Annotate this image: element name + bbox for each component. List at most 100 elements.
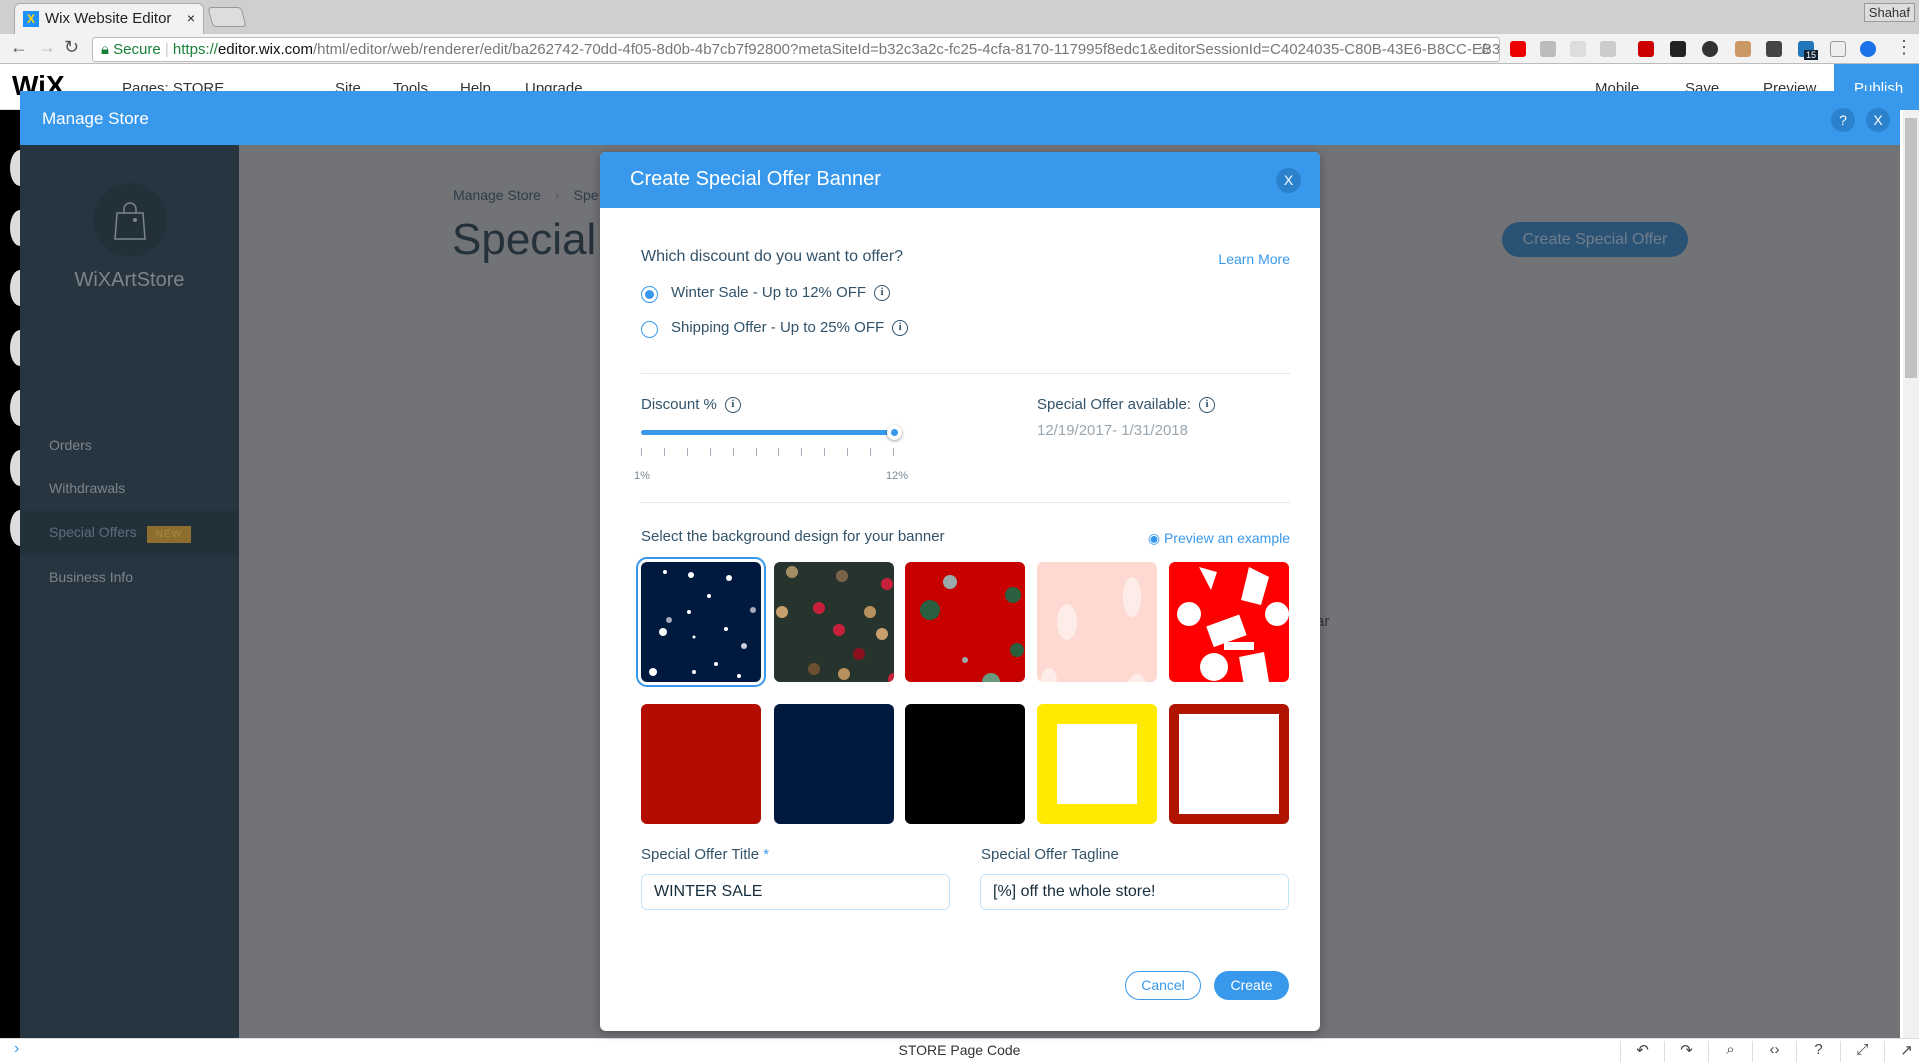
slider-tick bbox=[709, 448, 711, 456]
discount-label: Discount % i bbox=[641, 396, 741, 414]
shopping-bag-icon bbox=[93, 183, 167, 257]
browser-menu-icon[interactable]: ⋮ bbox=[1895, 37, 1913, 58]
sidebar-item-special-offers[interactable]: Special Offers NEW bbox=[20, 511, 239, 555]
divider bbox=[641, 373, 1290, 374]
create-button[interactable]: Create bbox=[1214, 971, 1289, 1000]
slider-tick bbox=[686, 448, 688, 456]
bookmark-star-icon[interactable]: ☆ bbox=[1478, 39, 1492, 59]
react-devtools-icon[interactable] bbox=[1670, 41, 1686, 57]
offer-title-input[interactable] bbox=[641, 874, 950, 910]
extension-badge: 15 bbox=[1804, 50, 1819, 60]
manage-store-header: Manage Store bbox=[20, 91, 1900, 145]
slider-tick bbox=[641, 448, 642, 456]
design-tile-pink[interactable] bbox=[1037, 562, 1157, 682]
extension-icon[interactable]: 15 bbox=[1798, 41, 1819, 60]
cancel-button[interactable]: Cancel bbox=[1125, 971, 1201, 1000]
sidebar-item-label: Business Info bbox=[49, 569, 134, 585]
code-icon[interactable]: ‹› bbox=[1752, 1041, 1796, 1062]
profile-name[interactable]: Shahaf bbox=[1863, 3, 1915, 22]
slider-tick bbox=[870, 448, 872, 456]
left-panel-strip bbox=[0, 110, 30, 1040]
scrollbar-thumb[interactable] bbox=[1905, 118, 1917, 378]
discount-question: Which discount do you want to offer? bbox=[641, 248, 904, 265]
slider-max-label: 12% bbox=[886, 470, 909, 482]
browser-tab[interactable]: X Wix Website Editor × bbox=[14, 3, 204, 34]
slider-handle[interactable] bbox=[887, 425, 902, 440]
option-label: Winter Sale - Up to 12% OFF i bbox=[671, 284, 891, 302]
sidebar-item-business-info[interactable]: Business Info bbox=[20, 556, 239, 600]
tab-title: Wix Website Editor bbox=[45, 10, 172, 27]
design-tile-confetti[interactable] bbox=[905, 562, 1025, 682]
design-tile-solid-black[interactable] bbox=[905, 704, 1025, 824]
url-bar[interactable]: 🔒︎ Secure | https://editor.wix.com/html/… bbox=[92, 37, 1500, 62]
background-label: Select the background design for your ba… bbox=[641, 528, 945, 545]
title-label-text: Special Offer Title bbox=[641, 846, 760, 863]
breadcrumb: Manage Store › Spe bbox=[453, 187, 599, 203]
info-icon[interactable]: i bbox=[892, 320, 909, 337]
extension-icon[interactable] bbox=[1830, 41, 1846, 57]
url-path: /html/editor/web/renderer/edit/ba262742-… bbox=[313, 41, 1500, 58]
slider-track[interactable] bbox=[641, 430, 897, 435]
breadcrumb-item: Spe bbox=[573, 187, 599, 203]
option-text: Winter Sale - Up to 12% OFF bbox=[671, 284, 867, 301]
close-tab-icon[interactable]: × bbox=[187, 10, 195, 26]
code-panel-bar: › STORE Page Code ↶ ↷ ⌕ ‹› ? ⤢ ↗ bbox=[0, 1038, 1919, 1062]
extension-icon[interactable] bbox=[1860, 41, 1876, 57]
radio-winter-sale[interactable] bbox=[641, 286, 658, 303]
extension-icon[interactable] bbox=[1702, 41, 1718, 57]
availability-label: Special Offer available: i bbox=[1037, 396, 1215, 414]
help-icon[interactable]: ? bbox=[1796, 1041, 1840, 1062]
browser-tab-bar: X Wix Website Editor × Shahaf bbox=[0, 0, 1919, 34]
slider-tick bbox=[663, 448, 665, 456]
create-banner-dialog: Create Special Offer Banner X Which disc… bbox=[600, 152, 1320, 1031]
lock-icon: 🔒︎ bbox=[101, 41, 114, 58]
forward-icon[interactable]: → bbox=[38, 37, 56, 58]
extension-icon[interactable] bbox=[1540, 41, 1556, 57]
wix-favicon-icon: X bbox=[23, 11, 39, 27]
expand-icon[interactable]: ⤢ bbox=[1840, 1041, 1884, 1062]
option-text: Shipping Offer - Up to 25% OFF bbox=[671, 319, 885, 336]
sidebar-item-orders[interactable]: Orders bbox=[20, 424, 239, 468]
extension-icon[interactable] bbox=[1766, 41, 1782, 57]
store-brand: WiXArtStore bbox=[74, 269, 185, 291]
design-tile-frame-red[interactable] bbox=[1169, 704, 1289, 824]
breadcrumb-item[interactable]: Manage Store bbox=[453, 187, 541, 203]
extension-icon[interactable] bbox=[1735, 41, 1751, 57]
learn-more-link[interactable]: Learn More bbox=[1218, 251, 1290, 267]
reload-icon[interactable]: ↻ bbox=[64, 37, 79, 58]
discount-text: Discount % bbox=[641, 396, 717, 413]
design-tile-frame-yellow[interactable] bbox=[1037, 704, 1157, 824]
radio-shipping-offer[interactable] bbox=[641, 321, 658, 338]
redo-icon[interactable]: ↷ bbox=[1664, 1041, 1708, 1062]
help-button[interactable]: ? bbox=[1831, 108, 1855, 132]
design-tile-dots[interactable] bbox=[774, 562, 894, 682]
extension-icon[interactable] bbox=[1570, 41, 1586, 57]
new-tab-button[interactable] bbox=[207, 7, 247, 27]
info-icon[interactable]: i bbox=[874, 285, 891, 302]
sidebar-item-withdrawals[interactable]: Withdrawals bbox=[20, 467, 239, 511]
design-tile-solid-red[interactable] bbox=[641, 704, 761, 824]
extension-icon[interactable] bbox=[1600, 41, 1616, 57]
undo-icon[interactable]: ↶ bbox=[1620, 1041, 1664, 1062]
info-icon[interactable]: i bbox=[1198, 397, 1215, 414]
design-tile-solid-navy[interactable] bbox=[774, 704, 894, 824]
preview-example-link[interactable]: ◉ Preview an example bbox=[1148, 530, 1290, 547]
extension-icon[interactable] bbox=[1638, 41, 1654, 57]
create-special-offer-button[interactable]: Create Special Offer bbox=[1502, 222, 1688, 257]
offer-tagline-input[interactable] bbox=[980, 874, 1289, 910]
title-field-label: Special Offer Title * bbox=[641, 846, 769, 863]
opera-extension-icon[interactable] bbox=[1510, 41, 1526, 57]
panel-title: Manage Store bbox=[42, 109, 149, 128]
design-tile-shapes[interactable] bbox=[1169, 562, 1289, 682]
back-icon[interactable]: ← bbox=[10, 37, 28, 58]
close-panel-button[interactable]: X bbox=[1866, 108, 1890, 132]
close-dialog-button[interactable]: X bbox=[1276, 168, 1301, 193]
slider-tick bbox=[732, 448, 734, 456]
dialog-title: Create Special Offer Banner bbox=[630, 168, 881, 190]
divider bbox=[641, 502, 1290, 503]
popout-icon[interactable]: ↗ bbox=[1884, 1041, 1919, 1062]
search-icon[interactable]: ⌕ bbox=[1708, 1041, 1752, 1062]
design-tile-snow[interactable] bbox=[636, 557, 766, 687]
info-icon[interactable]: i bbox=[724, 397, 741, 414]
chevron-right-icon: › bbox=[554, 187, 560, 203]
